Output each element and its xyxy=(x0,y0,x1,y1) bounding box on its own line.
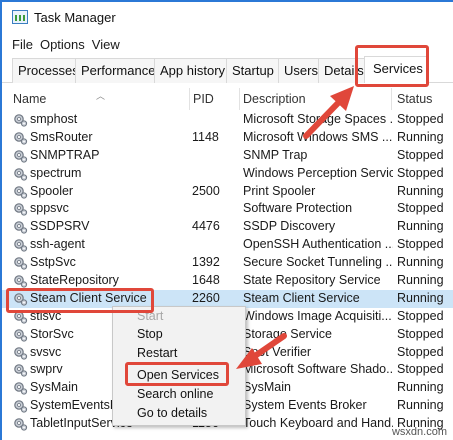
service-row[interactable]: sppsvc Software Protection Stopped xyxy=(2,200,453,218)
service-gear-icon xyxy=(14,257,28,270)
service-description: Spot Verifier xyxy=(243,344,312,359)
service-description: Software Protection xyxy=(243,201,353,216)
task-manager-icon xyxy=(12,10,28,24)
service-gear-icon xyxy=(14,132,28,145)
service-status: Running xyxy=(397,273,444,288)
service-gear-icon xyxy=(14,364,28,378)
service-gear-icon xyxy=(14,221,28,234)
service-status: Running xyxy=(397,255,444,270)
tab-startup[interactable]: Startup xyxy=(226,58,280,83)
service-row[interactable]: ssh-agent OpenSSH Authentication ... Stopp… xyxy=(2,236,453,254)
column-header-pid[interactable]: PID xyxy=(190,88,240,110)
service-description: State Repository Service xyxy=(243,273,381,288)
highlight-open-services xyxy=(125,362,229,386)
service-name: Spooler xyxy=(30,183,74,198)
menu-file[interactable]: File xyxy=(12,37,33,52)
service-pid: 1648 xyxy=(192,273,220,288)
service-row[interactable]: SstpSvc 1392 Secure Socket Tunneling ... Ru… xyxy=(2,254,453,272)
tab-processes[interactable]: Processes xyxy=(12,58,85,83)
service-status: Stopped xyxy=(397,112,444,126)
menu-view[interactable]: View xyxy=(92,37,120,52)
service-gear-icon xyxy=(14,185,28,199)
tab-app-history[interactable]: App history xyxy=(154,58,232,83)
service-name: SmsRouter xyxy=(30,129,93,144)
service-status: Running xyxy=(397,129,444,144)
title-bar[interactable]: Task Manager xyxy=(2,2,453,32)
service-gear-icon xyxy=(14,114,28,127)
context-menu-search-online[interactable]: Search online xyxy=(137,387,213,401)
service-name: spectrum xyxy=(30,165,82,180)
service-pid: 4476 xyxy=(192,219,220,234)
tab-performance[interactable]: Performance xyxy=(75,58,162,83)
service-description: Windows Image Acquisiti... xyxy=(243,308,392,323)
watermark: wsxdn.com xyxy=(391,426,447,438)
service-description: SNMP Trap xyxy=(243,147,308,162)
service-description: Microsoft Software Shado... xyxy=(243,362,393,377)
service-status: Running xyxy=(397,398,444,413)
column-header-description[interactable]: Description xyxy=(240,88,392,110)
service-row[interactable]: Spooler 2500 Print Spooler Running xyxy=(2,183,453,201)
service-description: OpenSSH Authentication ... xyxy=(243,237,393,252)
service-description: Microsoft Storage Spaces ... xyxy=(243,112,393,126)
sort-up-icon: ︿ xyxy=(96,91,106,101)
service-name: SstpSvc xyxy=(30,255,76,270)
service-status: Running xyxy=(397,290,444,305)
service-name: ssh-agent xyxy=(30,237,85,252)
service-row[interactable]: spectrum Windows Perception Service Stoppe… xyxy=(2,165,453,183)
service-name: sppsvc xyxy=(30,201,69,216)
service-status: Stopped xyxy=(397,344,444,359)
service-row[interactable]: SSDPSRV 4476 SSDP Discovery Running xyxy=(2,218,453,236)
service-gear-icon xyxy=(14,382,28,395)
service-status: Stopped xyxy=(397,308,444,323)
service-row[interactable]: SmsRouter 1148 Microsoft Windows SMS ... Ru… xyxy=(2,129,453,147)
context-menu-restart[interactable]: Restart xyxy=(137,346,177,360)
service-pid: 1392 xyxy=(192,255,220,270)
service-pid: 2500 xyxy=(192,183,220,198)
service-name: SNMPTRAP xyxy=(30,147,100,162)
service-description: System Events Broker xyxy=(243,398,367,413)
service-description: Windows Perception Service xyxy=(243,165,393,180)
service-description: Print Spooler xyxy=(243,183,316,198)
service-name: smphost xyxy=(30,112,78,126)
service-status: Stopped xyxy=(397,147,444,162)
column-header-status[interactable]: Status xyxy=(392,88,453,110)
service-description: Touch Keyboard and Hand... xyxy=(243,416,393,431)
service-gear-icon xyxy=(14,239,28,252)
window-title: Task Manager xyxy=(34,9,116,25)
service-status: Stopped xyxy=(397,201,444,216)
service-status: Stopped xyxy=(397,326,444,341)
menu-options[interactable]: Options xyxy=(40,37,85,52)
highlight-services-tab xyxy=(355,45,429,87)
context-menu-go-to-details[interactable]: Go to details xyxy=(137,406,207,420)
service-status: Stopped xyxy=(397,237,444,252)
service-description: SSDP Discovery xyxy=(243,219,336,234)
service-row[interactable]: SNMPTRAP SNMP Trap Stopped xyxy=(2,147,453,165)
service-description: Steam Client Service xyxy=(243,290,360,305)
service-gear-icon xyxy=(14,203,28,217)
service-row[interactable]: smphost Microsoft Storage Spaces ... Stopp… xyxy=(2,111,453,129)
service-status: Stopped xyxy=(397,362,444,377)
service-status: Running xyxy=(397,219,444,234)
service-status: Running xyxy=(397,380,444,395)
service-description: Storage Service xyxy=(243,326,332,341)
context-menu-stop[interactable]: Stop xyxy=(137,327,163,341)
service-status: Running xyxy=(397,183,444,198)
service-pid: 1148 xyxy=(192,129,219,144)
service-status: Stopped xyxy=(397,165,444,180)
service-description: Secure Socket Tunneling ... xyxy=(243,255,393,270)
service-description: SysMain xyxy=(243,380,291,395)
service-description: Microsoft Windows SMS ... xyxy=(243,129,393,144)
service-gear-icon xyxy=(14,275,28,288)
service-gear-icon xyxy=(14,400,28,413)
service-gear-icon xyxy=(14,328,28,342)
service-gear-icon xyxy=(14,418,28,431)
service-gear-icon xyxy=(14,167,28,181)
highlight-steam-client-row xyxy=(6,288,154,313)
service-gear-icon xyxy=(14,149,28,163)
service-gear-icon xyxy=(14,346,28,360)
service-name: SSDPSRV xyxy=(30,219,90,234)
